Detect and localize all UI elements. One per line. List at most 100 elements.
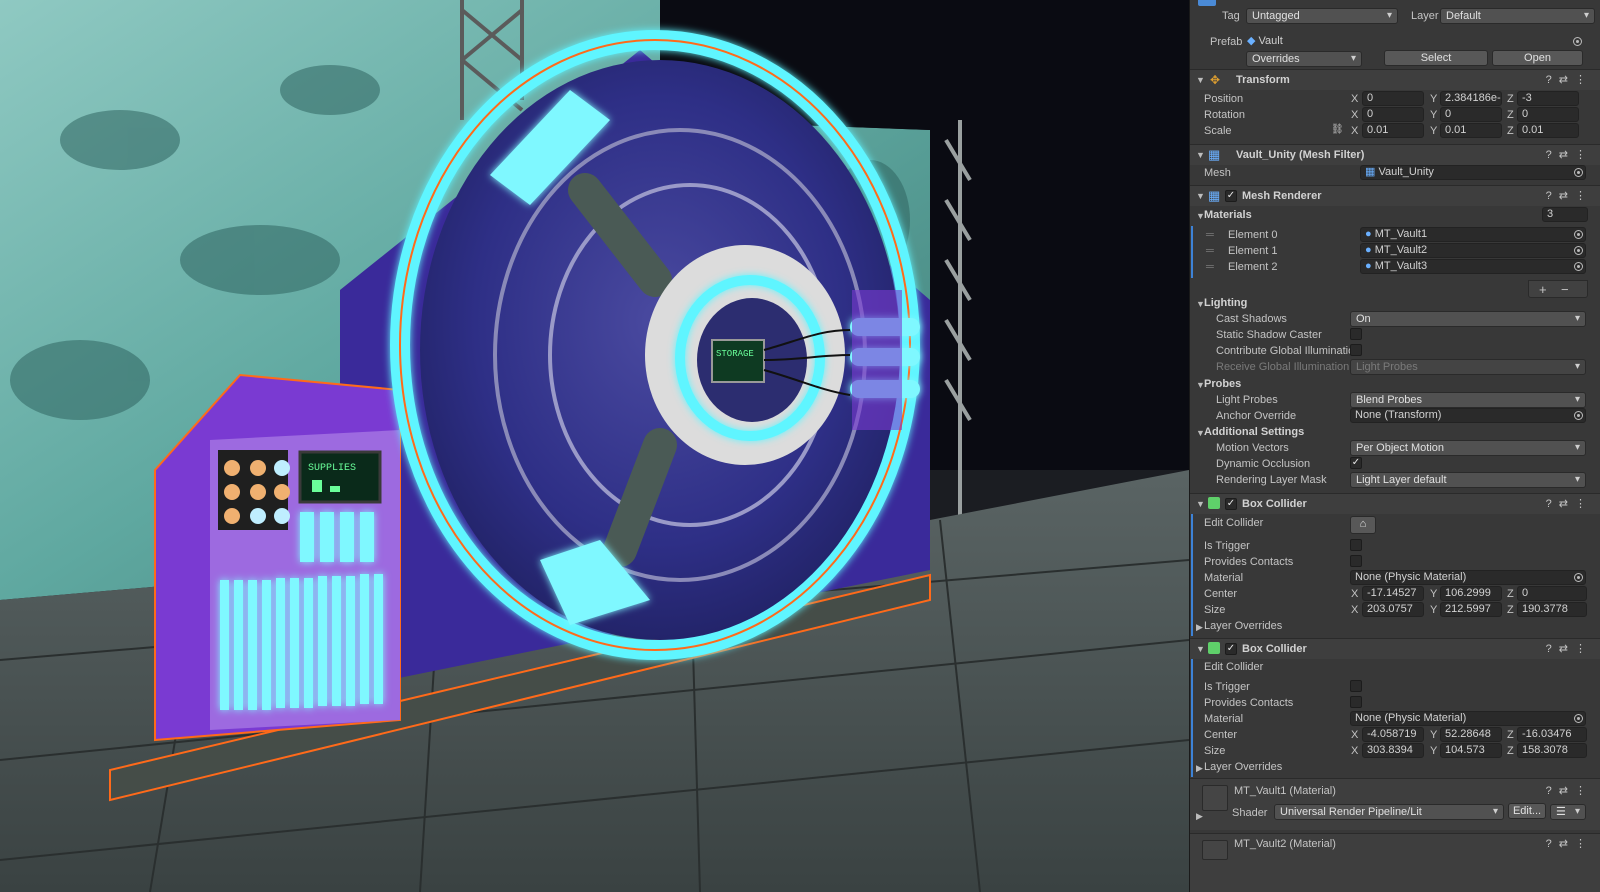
component-header-icons[interactable]: ?⇄⋮: [1546, 189, 1593, 202]
position-y-field[interactable]: 2.384186e-(: [1440, 91, 1502, 106]
tag-dropdown[interactable]: Untagged: [1246, 8, 1398, 24]
mesh-renderer-enabled-checkbox[interactable]: ✓: [1225, 190, 1237, 202]
remove-element-button[interactable]: −: [1561, 282, 1569, 297]
center-z-field[interactable]: 0: [1517, 586, 1587, 601]
element-2-picker-icon[interactable]: [1574, 262, 1583, 271]
edit-collider-icon: ⌂: [1359, 518, 1367, 530]
size-z-field[interactable]: 158.3078: [1517, 743, 1587, 758]
rendering-layer-mask-dropdown[interactable]: Light Layer default: [1350, 472, 1586, 488]
fold-arrow-icon[interactable]: ▶: [1196, 763, 1203, 774]
transform-header[interactable]: ▼ ✥ Transform ?⇄⋮: [1190, 69, 1600, 90]
motion-vectors-dropdown[interactable]: Per Object Motion: [1350, 440, 1586, 456]
drag-handle-icon[interactable]: ═: [1206, 229, 1214, 241]
fold-arrow-icon[interactable]: ▼: [1196, 644, 1205, 654]
box-collider-2-enabled-checkbox[interactable]: ✓: [1225, 643, 1237, 655]
size-y-field[interactable]: 104.573: [1440, 743, 1502, 758]
dynamic-occlusion-checkbox[interactable]: ✓: [1350, 457, 1362, 469]
fold-arrow-icon[interactable]: ▼: [1196, 150, 1205, 160]
link-icon[interactable]: ⛓: [1331, 124, 1344, 135]
cast-shadows-dropdown[interactable]: On: [1350, 311, 1586, 327]
scale-x-field[interactable]: 0.01: [1362, 123, 1424, 138]
element-1-picker-icon[interactable]: [1574, 246, 1583, 255]
is-trigger-checkbox[interactable]: [1350, 539, 1362, 551]
box-collider-2-header[interactable]: ▼ ✓ Box Collider ?⇄⋮: [1190, 638, 1600, 659]
physic-material-picker-icon[interactable]: [1574, 573, 1583, 582]
physic-material-field[interactable]: None (Physic Material): [1350, 570, 1586, 585]
open-button[interactable]: Open: [1492, 50, 1583, 66]
drag-handle-icon[interactable]: ═: [1206, 245, 1214, 257]
component-header-icons[interactable]: ?⇄⋮: [1546, 784, 1593, 797]
component-header-icons[interactable]: ?⇄⋮: [1546, 148, 1593, 161]
is-trigger-checkbox[interactable]: [1350, 680, 1362, 692]
layer-dropdown[interactable]: Default: [1440, 8, 1595, 24]
rotation-x-field[interactable]: 0: [1362, 107, 1424, 122]
mesh-filter-header[interactable]: ▼ ▦ Vault_Unity (Mesh Filter) ?⇄⋮: [1190, 144, 1600, 165]
shader-dropdown[interactable]: Universal Render Pipeline/Lit: [1274, 804, 1504, 820]
component-header-icons[interactable]: ?⇄⋮: [1546, 642, 1593, 655]
physic-material-picker-icon[interactable]: [1574, 714, 1583, 723]
fold-arrow-icon[interactable]: ▼: [1196, 75, 1205, 85]
fold-arrow-icon[interactable]: ▶: [1196, 811, 1203, 822]
component-header-icons[interactable]: ?⇄⋮: [1546, 837, 1593, 850]
component-header-icons[interactable]: ?⇄⋮: [1546, 73, 1593, 86]
overrides-dropdown[interactable]: Overrides: [1246, 51, 1362, 67]
list-add-remove: + −: [1528, 280, 1588, 298]
scene-viewport[interactable]: SUPPLIES STORAGE: [0, 0, 1189, 892]
drag-handle-icon[interactable]: ═: [1206, 261, 1214, 273]
element-0-field[interactable]: ● MT_Vault1: [1360, 227, 1586, 242]
materials-count-field[interactable]: 3: [1542, 207, 1588, 222]
element-2-field[interactable]: ● MT_Vault3: [1360, 259, 1586, 274]
center-x-field[interactable]: -17.14527: [1362, 586, 1424, 601]
scale-z-field[interactable]: 0.01: [1517, 123, 1579, 138]
center-z-field[interactable]: -16.03476: [1517, 727, 1587, 742]
size-z-field[interactable]: 190.3778: [1517, 602, 1587, 617]
material-2-section: MT_Vault2 (Material) ?⇄⋮: [1190, 833, 1600, 892]
mesh-picker-icon[interactable]: [1574, 168, 1583, 177]
mesh-renderer-header[interactable]: ▼ ▦ ✓ Mesh Renderer ?⇄⋮: [1190, 185, 1600, 206]
box-collider-1-header[interactable]: ▼ ✓ Box Collider ?⇄⋮: [1190, 493, 1600, 514]
fold-arrow-icon[interactable]: ▼: [1196, 499, 1205, 509]
transform-title: Transform: [1236, 74, 1290, 86]
prefab-picker-icon[interactable]: [1573, 37, 1582, 46]
material-preview-icon: [1202, 785, 1228, 811]
size-x-field[interactable]: 303.8394: [1362, 743, 1424, 758]
layer-overrides-label[interactable]: Layer Overrides: [1204, 761, 1282, 773]
anchor-override-picker-icon[interactable]: [1574, 411, 1583, 420]
prefab-field[interactable]: ◆ Vault: [1246, 34, 1586, 49]
component-header-icons[interactable]: ?⇄⋮: [1546, 497, 1593, 510]
shader-edit-button[interactable]: Edit...: [1508, 803, 1546, 819]
scale-label: Scale: [1204, 125, 1232, 137]
contribute-gi-checkbox[interactable]: [1350, 344, 1362, 356]
shader-options-dropdown[interactable]: ☰: [1550, 804, 1586, 820]
select-button[interactable]: Select: [1384, 50, 1488, 66]
material-2-title[interactable]: MT_Vault2 (Material): [1234, 838, 1336, 850]
material-preview-icon: [1202, 840, 1228, 860]
provides-contacts-checkbox[interactable]: [1350, 696, 1362, 708]
anchor-override-field[interactable]: None (Transform): [1350, 408, 1586, 423]
position-x-field[interactable]: 0: [1362, 91, 1424, 106]
layer-overrides-label[interactable]: Layer Overrides: [1204, 620, 1282, 632]
light-probes-dropdown[interactable]: Blend Probes: [1350, 392, 1586, 408]
element-0-picker-icon[interactable]: [1574, 230, 1583, 239]
rotation-z-field[interactable]: 0: [1517, 107, 1579, 122]
element-1-field[interactable]: ● MT_Vault2: [1360, 243, 1586, 258]
edit-collider-button[interactable]: ⌂: [1350, 516, 1376, 534]
size-x-field[interactable]: 203.0757: [1362, 602, 1424, 617]
provides-contacts-checkbox[interactable]: [1350, 555, 1362, 567]
scale-y-field[interactable]: 0.01: [1440, 123, 1502, 138]
static-shadow-caster-checkbox[interactable]: [1350, 328, 1362, 340]
center-x-field[interactable]: -4.058719: [1362, 727, 1424, 742]
center-y-field[interactable]: 52.28648: [1440, 727, 1502, 742]
material-label: Material: [1204, 572, 1244, 584]
physic-material-field[interactable]: None (Physic Material): [1350, 711, 1586, 726]
size-y-field[interactable]: 212.5997: [1440, 602, 1502, 617]
mesh-field[interactable]: ▦ Vault_Unity: [1360, 165, 1586, 180]
fold-arrow-icon[interactable]: ▶: [1196, 622, 1203, 633]
add-element-button[interactable]: +: [1539, 282, 1547, 297]
position-z-field[interactable]: -3: [1517, 91, 1579, 106]
fold-arrow-icon[interactable]: ▼: [1196, 191, 1205, 201]
material-1-title[interactable]: MT_Vault1 (Material): [1234, 785, 1336, 797]
rotation-y-field[interactable]: 0: [1440, 107, 1502, 122]
center-y-field[interactable]: 106.2999: [1440, 586, 1502, 601]
box-collider-1-enabled-checkbox[interactable]: ✓: [1225, 498, 1237, 510]
